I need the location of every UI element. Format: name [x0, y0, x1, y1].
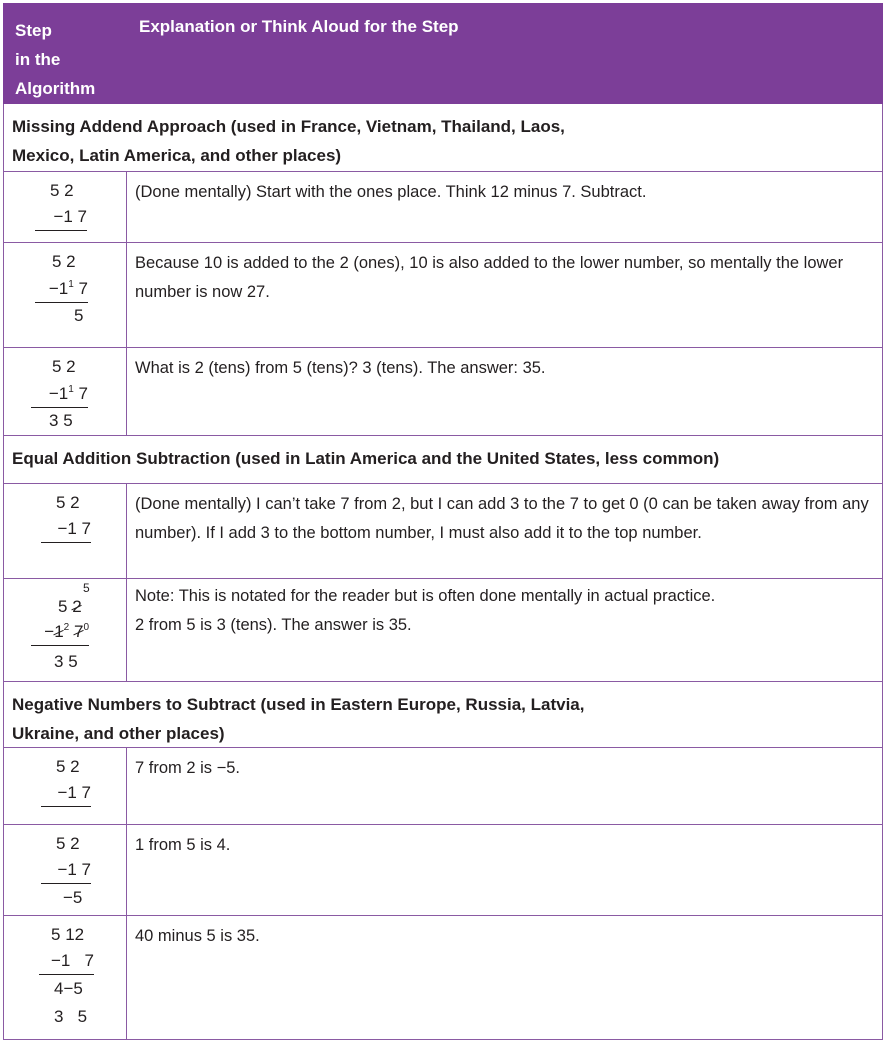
math-bottom: −11 7 [31, 380, 88, 408]
explanation-cell: Because 10 is added to the 2 (ones), 10 … [135, 254, 844, 301]
math-bottom: −1 7 [39, 947, 94, 975]
math-carry-top: 5 [83, 581, 90, 595]
math-top: 5 2 [52, 357, 76, 376]
explanation-cell: What is 2 (tens) from 5 (tens)? 3 (tens)… [135, 359, 546, 377]
table-row: 5 12 −1 7 4−5 3 5 40 minus 5 is 35. [3, 916, 883, 1040]
table-row: 5 5 2 −12 70 3 5 Note: This is notated f… [3, 579, 883, 682]
math-result: 3 5 [54, 652, 78, 671]
math-result: −5 [63, 888, 83, 907]
explanation-cell: 40 minus 5 is 35. [135, 927, 260, 945]
section-title-line2: Mexico, Latin America, and other places) [12, 146, 342, 165]
table-row: 5 2 −11 7 5 Because 10 is added to the 2… [3, 243, 883, 348]
step-cell: 5 12 −1 7 4−5 3 5 [4, 916, 127, 1039]
math-bottom: −1 7 [41, 515, 91, 543]
table-row: 5 2 −1 7 (Done mentally) Start with the … [3, 172, 883, 243]
step-cell: 5 2 −1 7 −5 [4, 825, 127, 915]
math-top: 5 2 [58, 593, 82, 620]
math-bottom: −11 7 [35, 275, 88, 303]
math-result: 5 [74, 306, 84, 325]
math-bottom: −1 7 [41, 856, 91, 884]
explanation-cell: 7 from 2 is −5. [135, 759, 241, 777]
step-cell: 5 2 −11 7 3 5 [4, 348, 127, 435]
table-header: Step in the Algorithm Explanation or Thi… [3, 3, 883, 104]
step-cell: 5 2 −1 7 [4, 484, 127, 578]
section-title-line1: Negative Numbers to Subtract (used in Ea… [12, 695, 585, 714]
explanation-line2: 2 from 5 is 3 (tens). The answer is 35. [135, 616, 412, 634]
math-top: 5 2 [56, 493, 80, 512]
table-row: 5 2 −1 7 (Done mentally) I can’t take 7 … [3, 484, 883, 579]
section-title-missing-addend: Missing Addend Approach (used in France,… [3, 104, 883, 172]
table-row: 5 2 −1 7 −5 1 from 5 is 4. [3, 825, 883, 916]
math-result: 3 5 [54, 1007, 88, 1026]
table-row: 5 2 −11 7 3 5 What is 2 (tens) from 5 (t… [3, 348, 883, 436]
explanation-line1: Note: This is notated for the reader but… [135, 587, 716, 605]
explanation-cell: (Done mentally) I can’t take 7 from 2, b… [135, 495, 869, 542]
header-step-line2: in the [15, 50, 61, 69]
explanation-cell: Note: This is notated for the reader but… [135, 582, 874, 640]
section-title-line2: Ukraine, and other places) [12, 724, 225, 743]
header-step-column: Step in the Algorithm [15, 16, 95, 103]
header-step-line3: Algorithm [15, 79, 96, 98]
section-title-negative-numbers: Negative Numbers to Subtract (used in Ea… [3, 682, 883, 748]
math-top: 5 2 [50, 181, 74, 200]
header-step-line1: Step [15, 21, 52, 40]
math-partial: 4−5 [54, 979, 83, 998]
section-title-line1: Equal Addition Subtraction (used in Lati… [12, 449, 720, 468]
math-bottom: −1 7 [41, 779, 91, 807]
header-explanation-column: Explanation or Think Aloud for the Step [139, 17, 459, 36]
explanation-cell: (Done mentally) Start with the ones plac… [135, 183, 647, 201]
section-title-line1: Missing Addend Approach (used in France,… [12, 117, 565, 136]
section-title-equal-addition: Equal Addition Subtraction (used in Lati… [3, 436, 883, 484]
math-top: 5 12 [51, 925, 85, 944]
math-top: 5 2 [56, 834, 80, 853]
table-row: 5 2 −1 7 7 from 2 is −5. [3, 748, 883, 825]
math-bottom: −1 7 [35, 203, 87, 231]
step-cell: 5 2 −11 7 5 [4, 243, 127, 347]
step-cell: 5 2 −1 7 [4, 748, 127, 824]
math-result: 3 5 [49, 411, 73, 430]
step-cell: 5 2 −1 7 [4, 172, 127, 242]
explanation-cell: 1 from 5 is 4. [135, 836, 231, 854]
algorithm-table: Step in the Algorithm Explanation or Thi… [3, 3, 883, 1040]
math-top: 5 2 [56, 757, 80, 776]
math-top: 5 2 [52, 252, 76, 271]
step-cell: 5 5 2 −12 70 3 5 [4, 579, 127, 681]
math-bottom: −12 70 [31, 618, 89, 646]
